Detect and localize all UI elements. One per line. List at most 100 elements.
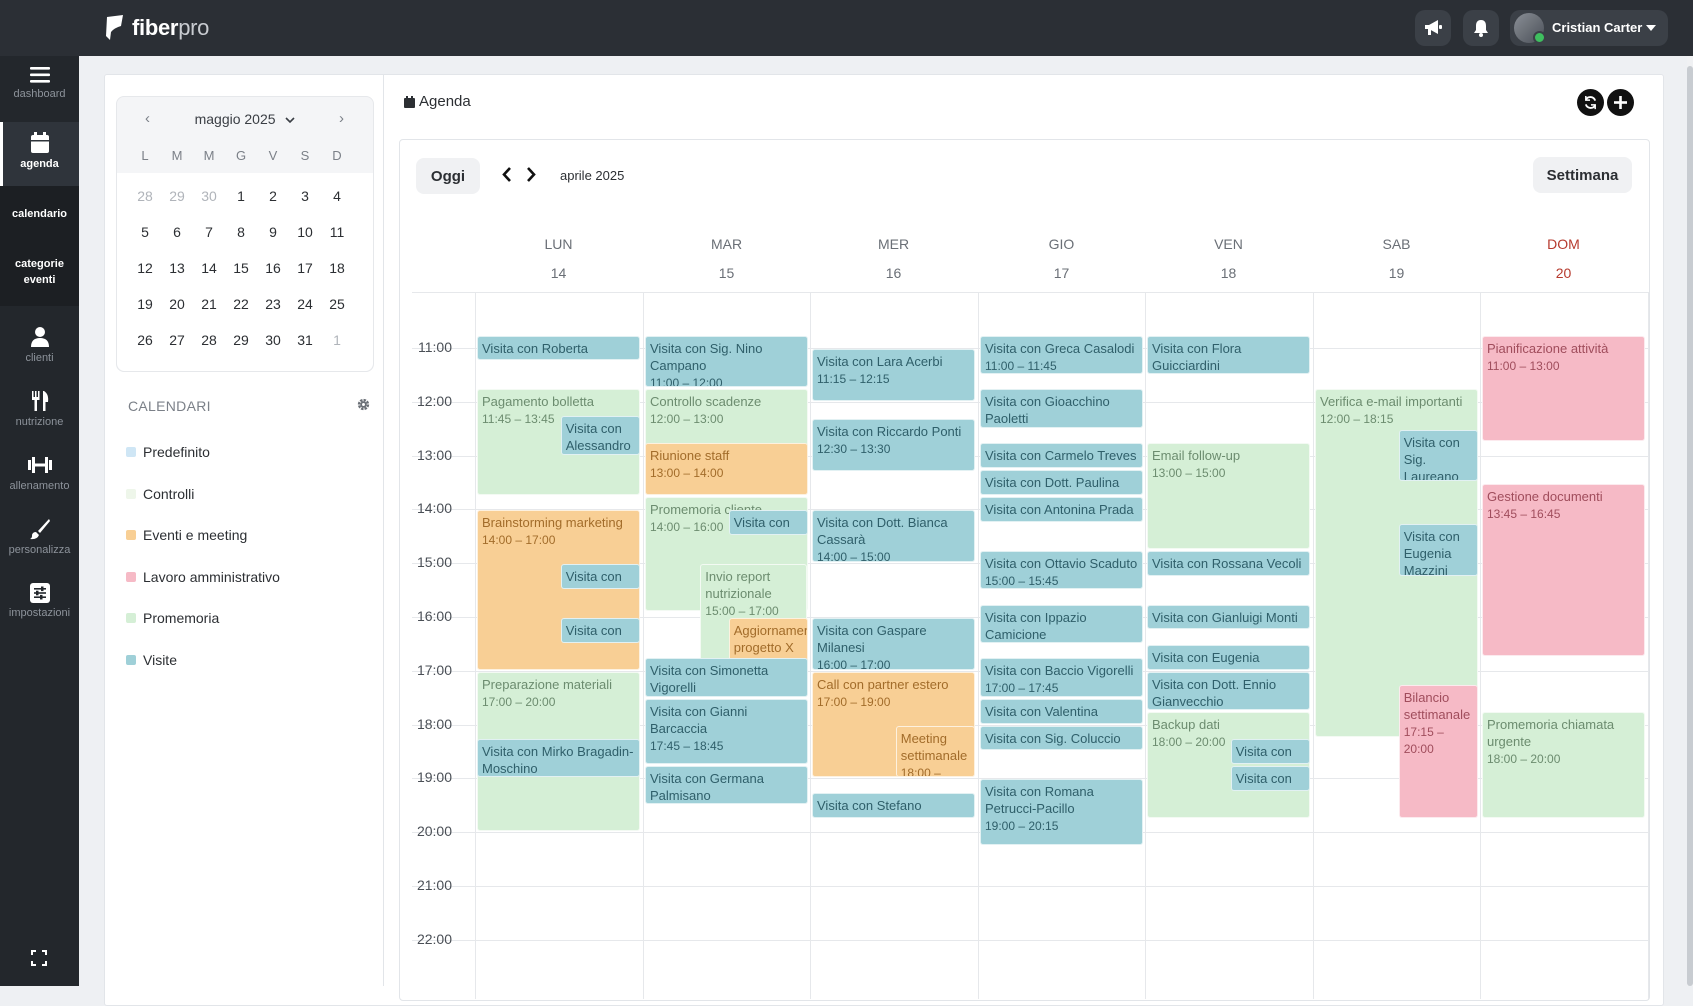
day-header[interactable]: GIO 17	[978, 230, 1145, 288]
sidebar-item-dashboard[interactable]: dashboard	[0, 66, 79, 122]
calendar-event[interactable]: Visita con Dott. Ennio Gianvecchio	[1147, 671, 1310, 711]
mini-day-cell[interactable]: 10	[290, 224, 320, 240]
prev-week-button[interactable]	[501, 166, 513, 188]
view-selector-button[interactable]: Settimana	[1533, 157, 1632, 193]
mini-day-cell[interactable]: 20	[162, 296, 192, 312]
calendar-event[interactable]: Visita con Sig. Nino Campano 11:00 – 12:0…	[645, 335, 808, 388]
mini-day-cell[interactable]: 5	[130, 224, 160, 240]
calendar-event[interactable]: Visita con Ottavio Scaduto 15:00 – 15:45	[980, 550, 1143, 590]
calendars-settings-button[interactable]	[357, 398, 370, 416]
mini-day-cell[interactable]: 31	[290, 332, 320, 348]
calendar-event[interactable]: Visita con Dott. Bianca Cassarà 14:00 – 1…	[812, 510, 975, 563]
mini-day-cell[interactable]: 22	[226, 296, 256, 312]
calendar-event[interactable]: Visita con	[728, 510, 808, 536]
calendar-event[interactable]: Visita con Carmelo Treves	[980, 443, 1143, 469]
calendar-event[interactable]: Visita con Romana Petrucci-Pacillo 19:00 …	[980, 779, 1143, 845]
sidebar-item-agenda[interactable]: agenda	[0, 122, 79, 186]
mini-day-cell[interactable]: 8	[226, 224, 256, 240]
calendar-event[interactable]: Bilancio settimanale 17:15 – 20:00	[1398, 685, 1478, 818]
notifications-button[interactable]	[1463, 10, 1499, 46]
mini-day-cell[interactable]: 30	[258, 332, 288, 348]
calendar-event[interactable]: Visita con Antonina Prada	[980, 496, 1143, 522]
calendar-event[interactable]: Visita con Roberta	[477, 335, 640, 361]
mini-day-cell[interactable]: 2	[258, 188, 288, 204]
calendar-item[interactable]: Controlli	[126, 484, 194, 504]
calendar-event[interactable]: Visita con Gianluigi Monti	[1147, 604, 1310, 630]
mini-day-cell[interactable]: 21	[194, 296, 224, 312]
calendar-event[interactable]: Visita con Riccardo Ponti 12:30 – 13:30	[812, 418, 975, 471]
mini-day-cell[interactable]: 3	[290, 188, 320, 204]
mini-day-cell[interactable]: 1	[226, 188, 256, 204]
calendar-event[interactable]: Visita con Eugenia	[1147, 644, 1310, 670]
mini-day-cell[interactable]: 19	[130, 296, 160, 312]
mini-day-cell[interactable]: 24	[290, 296, 320, 312]
calendar-event[interactable]: Meeting settimanale 18:00 – 19:00	[895, 725, 975, 778]
mini-day-cell[interactable]: 29	[162, 188, 192, 204]
calendar-event[interactable]: Gestione documenti 13:45 – 16:45	[1482, 483, 1645, 657]
sidebar-sub-calendario[interactable]: calendario	[0, 186, 79, 242]
mini-day-cell[interactable]: 18	[322, 260, 352, 276]
mini-day-cell[interactable]: 15	[226, 260, 256, 276]
calendar-event[interactable]: Visita con Gianni Barcaccia 17:45 – 18:45	[645, 698, 808, 764]
next-week-button[interactable]	[525, 166, 537, 188]
calendar-event[interactable]: Visita con Flora Guicciardini	[1147, 335, 1310, 374]
fullscreen-button[interactable]	[31, 950, 47, 971]
calendar-event[interactable]: Visita con Simonetta Vigorelli	[645, 658, 808, 697]
mini-day-cell[interactable]: 13	[162, 260, 192, 276]
calendar-item[interactable]: Visite	[126, 650, 177, 670]
calendar-item[interactable]: Predefinito	[126, 442, 210, 462]
mini-day-cell[interactable]: 29	[226, 332, 256, 348]
day-header[interactable]: VEN 18	[1145, 230, 1312, 288]
add-event-button[interactable]	[1607, 89, 1634, 116]
calendar-event[interactable]: Visita con Sig. Coluccio	[980, 725, 1143, 751]
refresh-button[interactable]	[1577, 89, 1604, 116]
mini-day-cell[interactable]: 6	[162, 224, 192, 240]
mini-day-cell[interactable]: 25	[322, 296, 352, 312]
day-header[interactable]: MER 16	[810, 230, 977, 288]
mini-month-selector[interactable]: maggio 2025	[117, 111, 373, 127]
calendar-event[interactable]: Visita con Rossana Vecoli	[1147, 550, 1310, 576]
mini-next-month-icon[interactable]: ›	[339, 110, 344, 127]
calendar-event[interactable]: Visita con	[560, 618, 640, 643]
mini-day-cell[interactable]: 16	[258, 260, 288, 276]
mini-day-cell[interactable]: 14	[194, 260, 224, 276]
calendar-event[interactable]: Visita con	[1230, 765, 1310, 791]
calendar-event[interactable]: Brainstorming marketing 14:00 – 17:00	[477, 510, 640, 670]
sidebar-item-clienti[interactable]: clienti	[0, 326, 79, 382]
mini-day-cell[interactable]: 9	[258, 224, 288, 240]
announcement-button[interactable]	[1415, 10, 1451, 46]
calendar-event[interactable]: Riunione staff 13:00 – 14:00	[645, 443, 808, 495]
calendar-item[interactable]: Promemoria	[126, 608, 219, 628]
calendar-event[interactable]: Visita con Ippazio Camicione	[980, 604, 1143, 643]
sidebar-item-allenamento[interactable]: allenamento	[0, 454, 79, 510]
mini-day-cell[interactable]: 11	[322, 224, 352, 240]
mini-day-cell[interactable]: 26	[130, 332, 160, 348]
day-header[interactable]: LUN 14	[475, 230, 642, 288]
scrollbar-thumb[interactable]	[1687, 66, 1693, 986]
calendar-event[interactable]: Visita con	[1230, 739, 1310, 764]
calendar-event[interactable]: Visita con Gioacchino Paoletti	[980, 389, 1143, 428]
calendar-event[interactable]: Visita con Mirko Bragadin-Moschino	[477, 739, 640, 778]
day-header[interactable]: DOM 20	[1480, 230, 1647, 288]
app-logo[interactable]: fiberpro	[104, 13, 209, 43]
day-header[interactable]: SAB 19	[1313, 230, 1480, 288]
calendar-event[interactable]: Visita con Stefano Mancini	[812, 792, 975, 818]
calendar-event[interactable]: Visita con Greca Casalodi 11:00 – 11:45	[980, 335, 1143, 374]
calendar-event[interactable]: Pianificazione attività 11:00 – 13:00	[1482, 335, 1645, 442]
mini-day-cell[interactable]: 27	[162, 332, 192, 348]
calendar-event[interactable]: Promemoria chiamata urgente 18:00 – 20:00	[1482, 712, 1645, 818]
calendar-event[interactable]: Visita con Gaspare Milanesi 16:00 – 17:00	[812, 618, 975, 670]
calendar-event[interactable]: Visita con Sig. Laureano	[1398, 429, 1478, 482]
calendar-event[interactable]: Visita con Dott. Paulina	[980, 470, 1143, 495]
calendar-item[interactable]: Eventi e meeting	[126, 525, 247, 545]
calendar-event[interactable]: Visita con	[560, 564, 640, 590]
mini-day-cell[interactable]: 12	[130, 260, 160, 276]
sidebar-item-personalizza[interactable]: personalizza	[0, 518, 79, 574]
day-header[interactable]: MAR 15	[643, 230, 810, 288]
calendar-event[interactable]: Visita con Eugenia Mazzini	[1398, 523, 1478, 576]
calendar-event[interactable]: Visita con Germana Palmisano	[645, 765, 808, 805]
calendar-event[interactable]: Backup dati 18:00 – 20:00	[1147, 712, 1310, 818]
mini-day-cell[interactable]: 28	[194, 332, 224, 348]
sidebar-item-nutrizione[interactable]: nutrizione	[0, 390, 79, 446]
scrollbar[interactable]	[1687, 56, 1693, 986]
